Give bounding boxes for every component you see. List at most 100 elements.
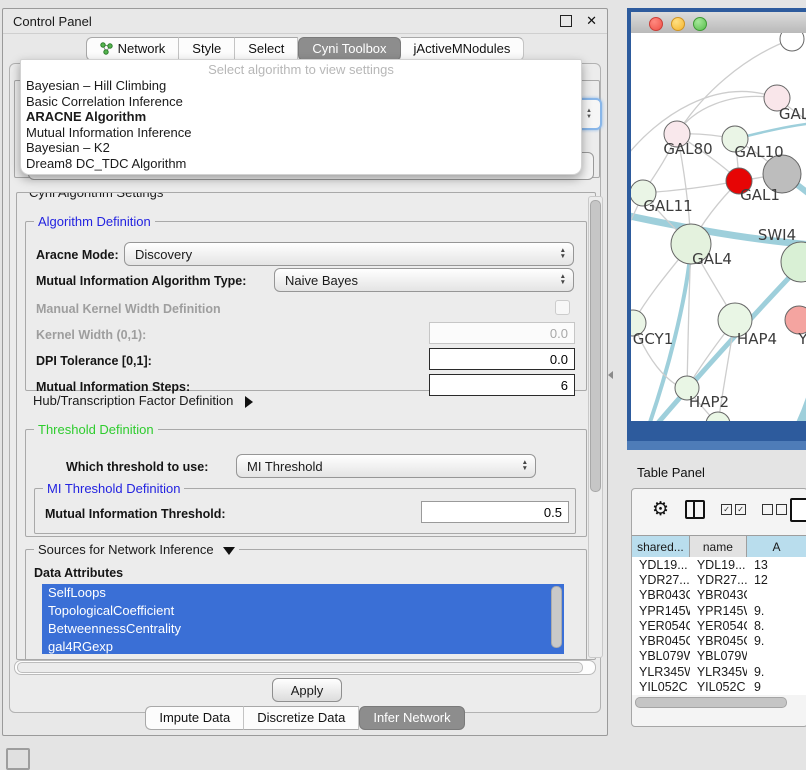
- attribute-item[interactable]: TopologicalCoefficient: [42, 602, 564, 620]
- table-row[interactable]: YBL079WYBL079W: [632, 649, 806, 664]
- tab-style[interactable]: Style: [179, 37, 235, 61]
- network-node-swi4[interactable]: [781, 242, 806, 282]
- mi-steps-input[interactable]: [429, 374, 575, 396]
- kernel-width-label: Kernel Width (0,1):: [36, 328, 146, 342]
- algorithm-option[interactable]: Bayesian – Hill Climbing: [21, 78, 581, 94]
- settings-horizontal-scrollbar[interactable]: [14, 660, 596, 675]
- mi-threshold-label: Mutual Information Threshold:: [45, 507, 226, 521]
- column-header[interactable]: shared...: [632, 536, 690, 557]
- network-node[interactable]: [706, 412, 730, 421]
- mi-algorithm-type-combobox[interactable]: Naive Bayes ▲▼: [274, 268, 574, 292]
- table-row[interactable]: YER054CYER054C8.: [632, 618, 806, 633]
- column-header[interactable]: name: [690, 536, 747, 557]
- chevron-updown-icon: ▲▼: [560, 274, 566, 286]
- tab-discretize-data[interactable]: Discretize Data: [244, 706, 359, 730]
- table-cell: YBL079W: [690, 649, 747, 663]
- which-threshold-value: MI Threshold: [247, 459, 323, 474]
- node-label: GAL80: [663, 140, 712, 158]
- node-label: GAL4: [692, 250, 732, 268]
- tab-jactivemnodules[interactable]: jActiveMNodules: [401, 37, 525, 61]
- network-icon: [100, 42, 113, 55]
- minimize-traffic-light-icon[interactable]: [671, 17, 685, 31]
- column-header[interactable]: A: [747, 536, 806, 557]
- network-node[interactable]: [780, 33, 804, 51]
- which-threshold-combobox[interactable]: MI Threshold ▲▼: [236, 454, 536, 478]
- table-cell: YER054C: [690, 619, 747, 633]
- deselect-all-checkboxes-icon[interactable]: [762, 504, 787, 515]
- data-attributes-list[interactable]: SelfLoopsTopologicalCoefficientBetweenne…: [42, 584, 564, 654]
- table-rows: YDL19...YDL19...13YDR27...YDR27...12YBR0…: [632, 557, 806, 695]
- table-row[interactable]: YBR045CYBR045C9.: [632, 633, 806, 648]
- table-row[interactable]: YIL052CYIL052C9: [632, 679, 806, 694]
- hub-factor-section[interactable]: Hub/Transcription Factor Definition: [33, 393, 253, 408]
- network-edge[interactable]: [643, 181, 739, 193]
- attribute-item[interactable]: gal4RGexp: [42, 638, 564, 654]
- tab-cyni-toolbox[interactable]: Cyni Toolbox: [298, 37, 400, 61]
- table-cell: YDL19...: [632, 558, 690, 572]
- mi-steps-label: Mutual Information Steps:: [36, 380, 190, 394]
- apply-button[interactable]: Apply: [272, 678, 342, 702]
- table-row[interactable]: YBR043CYBR043C: [632, 588, 806, 603]
- tab-select[interactable]: Select: [235, 37, 298, 61]
- table-cell: YBL079W: [632, 649, 690, 663]
- table-cell: YDR27...: [632, 573, 690, 587]
- columns-icon[interactable]: [685, 500, 705, 519]
- control-panel-title: Control Panel: [13, 14, 560, 29]
- close-icon[interactable]: ✕: [586, 13, 597, 29]
- network-window-titlebar[interactable]: [631, 12, 806, 34]
- table-cell: YIL052C: [632, 680, 690, 694]
- manual-kernel-label: Manual Kernel Width Definition: [36, 302, 221, 316]
- new-table-icon[interactable]: [790, 498, 806, 522]
- minimized-panel-icon[interactable]: [6, 748, 30, 770]
- algorithm-option[interactable]: Basic Correlation Inference: [21, 94, 581, 110]
- mi-threshold-input[interactable]: [421, 501, 569, 523]
- network-edge[interactable]: [779, 385, 806, 421]
- sources-title-text: Sources for Network Inference: [38, 542, 214, 557]
- desktop: { "control_panel": { "title": "Control P…: [0, 0, 806, 762]
- table-cell: YER054C: [632, 619, 690, 633]
- zoom-traffic-light-icon[interactable]: [693, 17, 707, 31]
- node-label: GAL10: [734, 143, 783, 161]
- algorithm-option[interactable]: Dream8 DC_TDC Algorithm: [21, 156, 581, 172]
- table-cell: YBR043C: [632, 588, 690, 602]
- attribute-item[interactable]: SelfLoops: [42, 584, 564, 602]
- dpi-tolerance-input[interactable]: [429, 348, 575, 370]
- tab-infer-network[interactable]: Infer Network: [359, 706, 464, 730]
- tab-impute-data[interactable]: Impute Data: [145, 706, 244, 730]
- settings-vertical-scrollbar[interactable]: [588, 196, 603, 658]
- algorithm-definition-title: Algorithm Definition: [34, 214, 155, 229]
- table-cell: YBR045C: [690, 634, 747, 648]
- close-traffic-light-icon[interactable]: [649, 17, 663, 31]
- select-all-checkboxes-icon[interactable]: ✓✓: [721, 504, 746, 515]
- collapsed-arrow-icon[interactable]: [245, 396, 253, 408]
- algorithm-option[interactable]: ARACNE Algorithm: [21, 109, 581, 125]
- table-horizontal-scrollbar[interactable]: [635, 697, 787, 708]
- tab-network[interactable]: Network: [86, 37, 180, 61]
- table-row[interactable]: YDR27...YDR27...12: [632, 572, 806, 587]
- table-row[interactable]: YLR345WYLR345W9.: [632, 664, 806, 679]
- float-icon[interactable]: [560, 15, 572, 27]
- attributes-scrollbar[interactable]: [551, 586, 562, 648]
- algorithm-option[interactable]: Mutual Information Inference: [21, 125, 581, 141]
- gear-icon[interactable]: ⚙: [652, 498, 669, 521]
- infer-network-tab-content: ▲▼ Select algorithm to view settings Bay…: [9, 63, 601, 713]
- threshold-definition-title: Threshold Definition: [34, 422, 158, 437]
- node-label: Y: [797, 330, 806, 348]
- expanded-arrow-icon[interactable]: [223, 547, 235, 555]
- table-row[interactable]: YDL19...YDL19...13: [632, 557, 806, 572]
- node-label: GAL11: [643, 197, 692, 215]
- network-canvas[interactable]: GALGAL80GAL10GAL1GAL11SWI4GAL4GCY1HAP4YH…: [631, 33, 806, 421]
- table-row[interactable]: YPR145WYPR145W9.: [632, 603, 806, 618]
- table-cell: YPR145W: [632, 604, 690, 618]
- aracne-mode-combobox[interactable]: Discovery ▲▼: [124, 242, 574, 266]
- data-attributes-label: Data Attributes: [34, 566, 123, 580]
- manual-kernel-checkbox[interactable]: [555, 300, 570, 315]
- table-cell: 12: [747, 573, 806, 587]
- table-cell: YDL19...: [690, 558, 747, 572]
- kernel-width-input[interactable]: [429, 322, 575, 344]
- panel-splitter-handle[interactable]: [608, 371, 613, 379]
- cyni-algorithm-settings-group: Cyni Algorithm Settings Algorithm Defini…: [16, 192, 596, 660]
- attribute-item[interactable]: BetweennessCentrality: [42, 620, 564, 638]
- table-cell: 9: [747, 680, 806, 694]
- algorithm-option[interactable]: Bayesian – K2: [21, 140, 581, 156]
